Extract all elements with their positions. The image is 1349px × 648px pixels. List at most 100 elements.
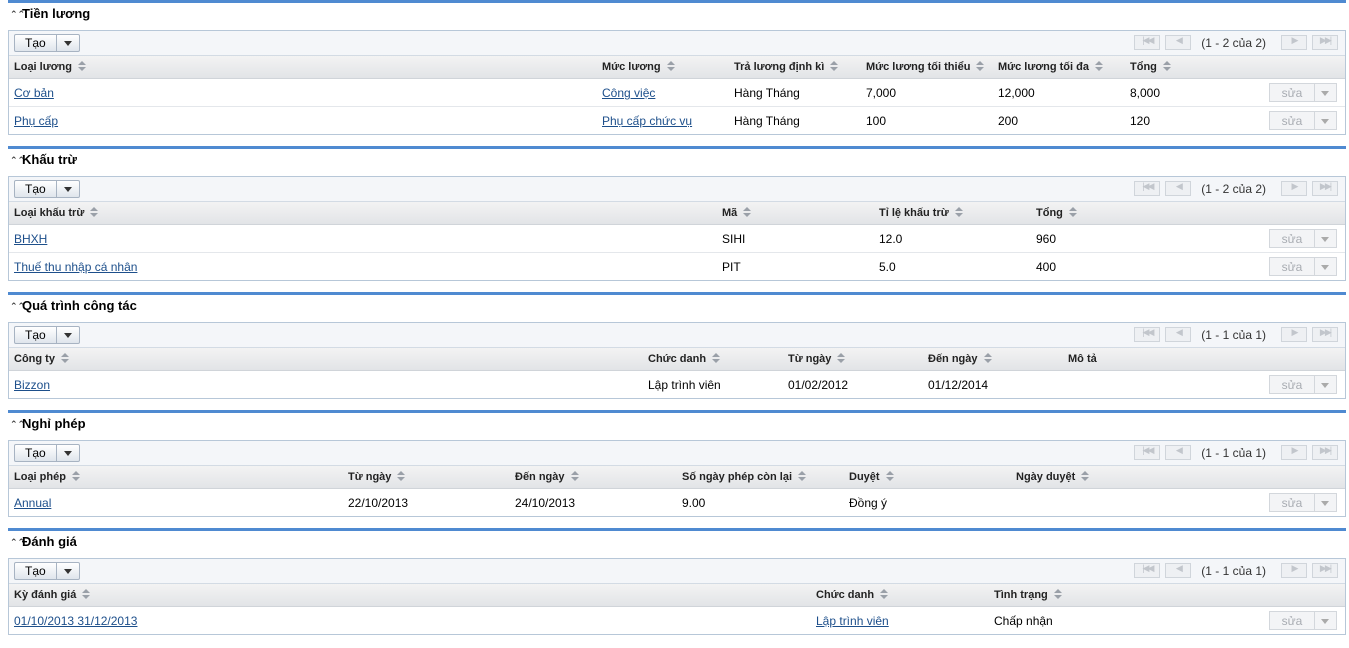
chevron-down-icon[interactable] <box>1314 112 1336 129</box>
column-header[interactable]: Ngày duyệt <box>1016 471 1090 483</box>
column-header[interactable]: Loại khấu trừ <box>14 207 99 219</box>
sort-icon[interactable] <box>81 589 91 599</box>
review-period-link[interactable]: 01/10/2013 31/12/2013 <box>14 614 137 628</box>
edit-button[interactable]: sửa <box>1269 375 1337 394</box>
salary-type-link[interactable]: Cơ bản <box>14 86 54 100</box>
column-header[interactable]: Số ngày phép còn lại <box>682 471 807 483</box>
chevron-down-icon[interactable] <box>1314 258 1336 275</box>
column-header[interactable]: Từ ngày <box>348 471 406 483</box>
column-header[interactable]: Đến ngày <box>515 471 579 483</box>
salary-level-link[interactable]: Phụ cấp chức vụ <box>602 114 692 128</box>
column-header[interactable]: Mã <box>722 207 752 219</box>
chevron-down-icon[interactable] <box>1314 230 1336 247</box>
prev-page-button[interactable]: ◀ <box>1165 563 1192 578</box>
edit-button[interactable]: sửa <box>1269 83 1337 102</box>
sort-icon[interactable] <box>1162 61 1171 71</box>
column-header[interactable]: Loại phép <box>14 471 80 483</box>
create-button[interactable]: Tạo <box>14 562 80 580</box>
create-button[interactable]: Tạo <box>14 34 80 52</box>
sort-icon[interactable] <box>60 353 69 363</box>
first-page-button[interactable]: |◀◀ <box>1134 327 1161 342</box>
next-page-button[interactable]: ▶ <box>1281 181 1307 196</box>
sort-icon[interactable] <box>836 353 846 363</box>
column-header[interactable]: Tỉ lệ khấu trừ <box>879 207 963 219</box>
next-page-button[interactable]: ▶ <box>1281 35 1307 50</box>
column-header[interactable]: Tình trạng <box>994 589 1062 601</box>
leave-type-link[interactable]: Annual <box>14 496 51 510</box>
next-page-button[interactable]: ▶ <box>1281 445 1307 460</box>
first-page-button[interactable]: |◀◀ <box>1134 181 1161 196</box>
sort-icon[interactable] <box>954 207 963 217</box>
column-header[interactable]: Mức lương <box>602 61 675 73</box>
chevron-down-icon[interactable] <box>56 181 79 197</box>
chevron-down-icon[interactable] <box>1314 612 1336 629</box>
sort-icon[interactable] <box>77 61 86 71</box>
column-header[interactable]: Kỳ đánh giá <box>14 589 91 601</box>
last-page-button[interactable]: ▶▶| <box>1312 563 1338 578</box>
create-button[interactable]: Tạo <box>14 180 80 198</box>
sort-icon[interactable] <box>829 61 839 71</box>
edit-button[interactable]: sửa <box>1269 257 1337 276</box>
column-header[interactable]: Trả lương định kì <box>734 61 839 73</box>
column-header[interactable]: Tổng <box>1036 207 1077 219</box>
next-page-button[interactable]: ▶ <box>1281 327 1307 342</box>
sort-icon[interactable] <box>879 589 889 599</box>
prev-page-button[interactable]: ◀ <box>1165 327 1192 342</box>
edit-button[interactable]: sửa <box>1269 111 1337 130</box>
last-page-button[interactable]: ▶▶| <box>1312 35 1338 50</box>
deduction-type-link[interactable]: Thuế thu nhập cá nhân <box>14 260 137 274</box>
company-link[interactable]: Bizzon <box>14 378 50 392</box>
column-header[interactable]: Mức lương tối thiểu <box>866 61 985 73</box>
sort-icon[interactable] <box>1068 207 1077 217</box>
edit-button[interactable]: sửa <box>1269 229 1337 248</box>
sort-icon[interactable] <box>570 471 579 481</box>
salary-type-link[interactable]: Phụ cấp <box>14 114 58 128</box>
create-button[interactable]: Tạo <box>14 444 80 462</box>
prev-page-button[interactable]: ◀ <box>1165 445 1192 460</box>
column-header[interactable]: Công ty <box>14 353 69 365</box>
sort-icon[interactable] <box>711 353 721 363</box>
column-header[interactable]: Từ ngày <box>788 353 846 365</box>
chevron-down-icon[interactable] <box>56 35 79 51</box>
chevron-down-icon[interactable] <box>1314 84 1336 101</box>
chevron-down-icon[interactable] <box>1314 494 1336 511</box>
first-page-button[interactable]: |◀◀ <box>1134 445 1161 460</box>
column-header[interactable]: Mức lương tối đa <box>998 61 1103 73</box>
edit-button[interactable]: sửa <box>1269 611 1337 630</box>
edit-button[interactable]: sửa <box>1269 493 1337 512</box>
salary-level-link[interactable]: Công việc <box>602 86 655 100</box>
column-header[interactable]: Duyệt <box>849 471 894 483</box>
next-page-button[interactable]: ▶ <box>1281 563 1307 578</box>
column-header[interactable]: Tổng <box>1130 61 1171 73</box>
create-button[interactable]: Tạo <box>14 326 80 344</box>
sort-icon[interactable] <box>71 471 80 481</box>
sort-icon[interactable] <box>89 207 99 217</box>
last-page-button[interactable]: ▶▶| <box>1312 181 1338 196</box>
sort-icon[interactable] <box>742 207 752 217</box>
first-page-button[interactable]: |◀◀ <box>1134 35 1161 50</box>
chevron-down-icon[interactable] <box>56 327 79 343</box>
sort-icon[interactable] <box>797 471 807 481</box>
chevron-down-icon[interactable] <box>56 563 79 579</box>
deduction-type-link[interactable]: BHXH <box>14 232 47 246</box>
sort-icon[interactable] <box>1094 61 1103 71</box>
job-title-link[interactable]: Lập trình viên <box>816 614 889 628</box>
sort-icon[interactable] <box>975 61 985 71</box>
chevron-down-icon[interactable] <box>1314 376 1336 393</box>
last-page-button[interactable]: ▶▶| <box>1312 327 1338 342</box>
sort-icon[interactable] <box>983 353 992 363</box>
prev-page-button[interactable]: ◀ <box>1165 181 1192 196</box>
column-header[interactable]: Loại lương <box>14 61 86 73</box>
first-page-button[interactable]: |◀◀ <box>1134 563 1161 578</box>
sort-icon[interactable] <box>396 471 406 481</box>
last-page-button[interactable]: ▶▶| <box>1312 445 1338 460</box>
prev-page-button[interactable]: ◀ <box>1165 35 1192 50</box>
column-header[interactable]: Chức danh <box>648 353 721 365</box>
column-header[interactable]: Đến ngày <box>928 353 992 365</box>
sort-icon[interactable] <box>1080 471 1090 481</box>
sort-icon[interactable] <box>1053 589 1062 599</box>
chevron-down-icon[interactable] <box>56 445 79 461</box>
sort-icon[interactable] <box>666 61 675 71</box>
sort-icon[interactable] <box>885 471 894 481</box>
column-header[interactable]: Chức danh <box>816 589 889 601</box>
